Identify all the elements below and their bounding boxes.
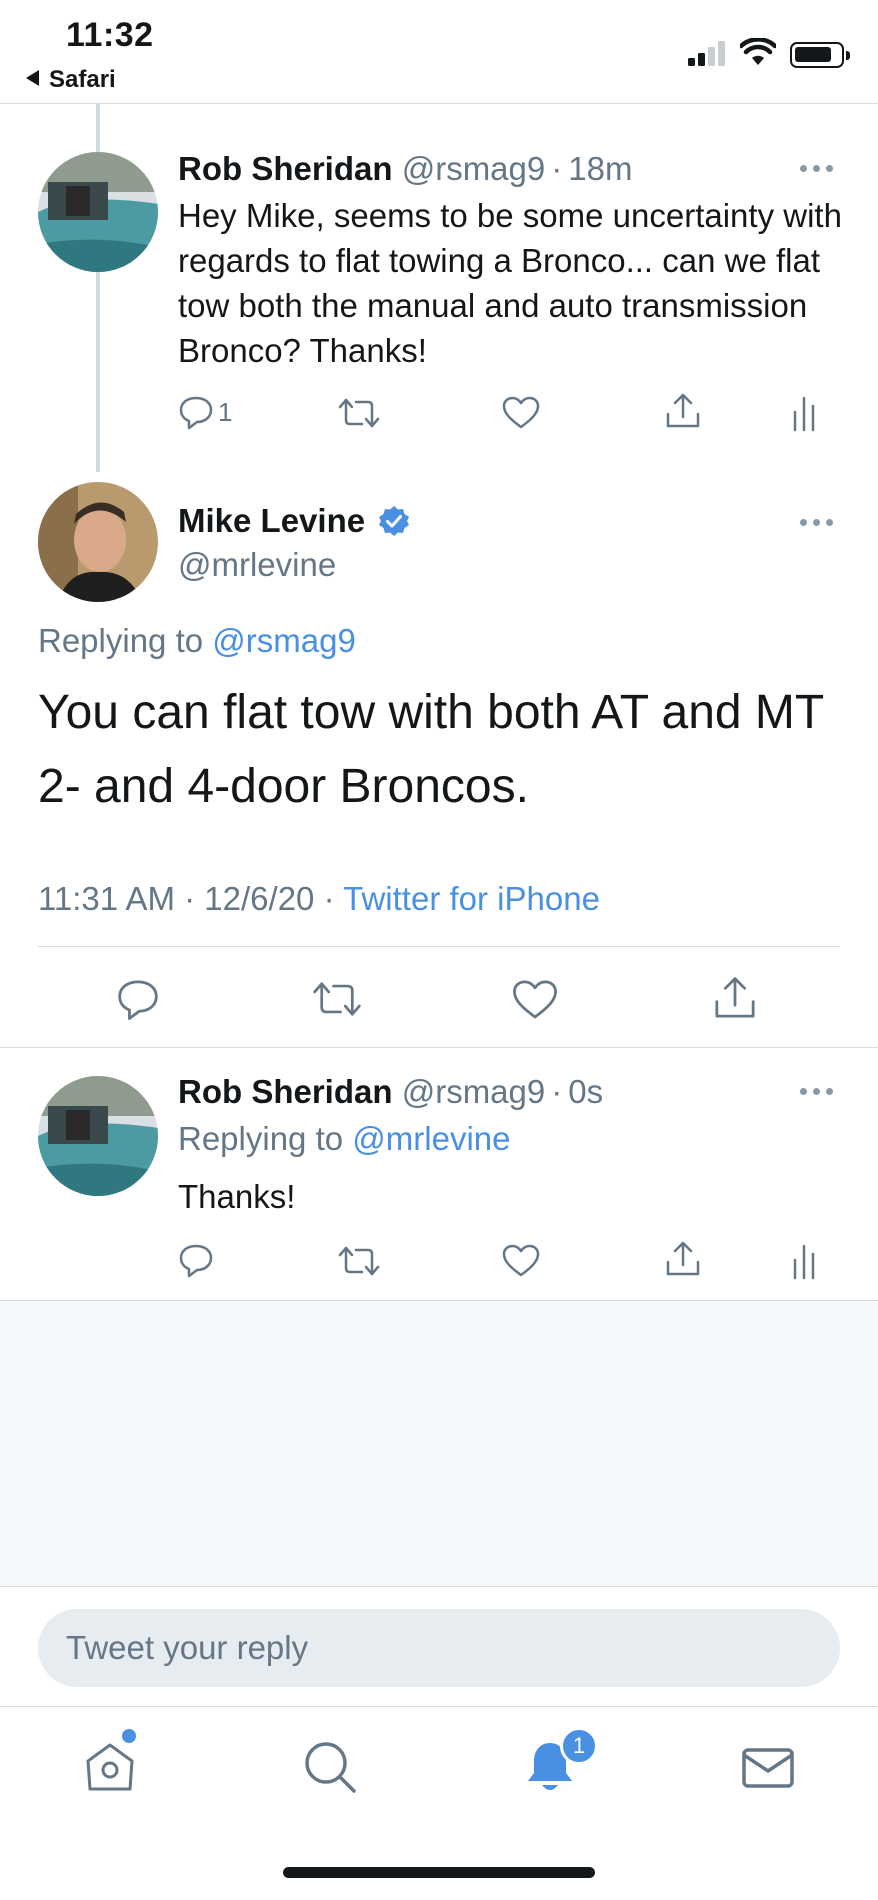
bottom-tab-bar: 1 [0,1706,878,1900]
author-name[interactable]: Rob Sheridan [178,150,393,187]
author-handle[interactable]: @mrlevine [178,546,336,583]
battery-icon [790,42,850,68]
author-name[interactable]: Rob Sheridan [178,1073,393,1110]
tweet-timestamp: 11:31 AM · 12/6/20 · [38,880,344,917]
tweet-time: 0s [568,1073,604,1110]
analytics-button[interactable] [792,1242,820,1280]
reply-icon [179,396,213,430]
tab-home[interactable] [80,1737,140,1797]
tweet-2-timestamp-row: 11:31 AM · 12/6/20 · Twitter for iPhone [38,876,838,921]
reply-button[interactable] [116,977,160,1021]
avatar-rob-sheridan[interactable] [38,152,158,272]
retweet-button[interactable] [338,1244,380,1278]
retweet-icon [338,1246,380,1276]
divider [0,1047,878,1048]
reply-count: 1 [218,396,233,427]
messages-icon [742,1748,794,1788]
replying-to-handle[interactable]: @rsmag9 [212,622,356,659]
tweet-1-header: Rob Sheridan @rsmag9 · 18m [178,150,632,188]
retweet-icon [338,398,380,428]
back-arrow-icon [26,70,39,86]
status-time: 11:32 [66,16,154,54]
tweet-source[interactable]: Twitter for iPhone [343,880,600,917]
author-name[interactable]: Mike Levine [178,502,365,539]
replying-to-line: Replying to @rsmag9 [38,618,838,663]
avatar-mike-levine[interactable] [38,482,158,602]
cellular-signal-icon [688,41,725,66]
divider [38,946,840,947]
heart-icon [513,980,557,1019]
tweet-1-text: Hey Mike, seems to be some uncertainty w… [178,197,842,369]
avatar-rob-sheridan[interactable] [38,1076,158,1196]
tab-search[interactable] [300,1737,360,1797]
tweet-3-header: Rob Sheridan @rsmag9 · 0s [178,1073,603,1111]
heart-icon [502,396,540,429]
meta-separator: · [551,1073,563,1110]
reply-composer [0,1586,878,1706]
verified-badge-icon [379,506,410,536]
reply-icon [179,1244,213,1278]
home-icon [86,1743,134,1791]
tab-messages[interactable] [738,1737,798,1797]
back-to-safari[interactable]: Safari [26,66,116,94]
like-button[interactable] [502,396,540,430]
tweet-2-handle-row: @mrlevine [178,546,336,584]
replying-to-label: Replying to [178,1120,344,1157]
reply-button[interactable]: 1 [178,394,232,430]
retweet-icon [313,982,361,1016]
share-button[interactable] [664,1240,702,1278]
more-options-icon[interactable] [800,163,836,173]
tweet-3-text: Thanks! [178,1178,296,1215]
home-indicator[interactable] [283,1867,595,1878]
reply-button[interactable] [178,1242,214,1278]
status-bar: 11:32 Safari [0,0,878,104]
share-icon [666,1241,700,1276]
author-handle[interactable]: @rsmag9 [402,1073,546,1110]
reply-icon [118,980,158,1020]
like-button[interactable] [502,1244,540,1278]
tweet-reply-input[interactable] [38,1609,840,1687]
tweet-2-text: You can flat tow with both AT and MT 2- … [38,686,824,813]
heart-icon [502,1244,540,1277]
share-icon [715,977,755,1018]
replying-to-label: Replying to [38,622,204,659]
like-button[interactable] [512,979,558,1021]
more-options-icon[interactable] [800,517,836,527]
author-handle[interactable]: @rsmag9 [402,150,546,187]
analytics-button[interactable] [792,394,820,432]
share-button[interactable] [664,392,702,430]
wifi-icon [740,38,776,65]
retweet-button[interactable] [338,396,380,430]
share-icon [666,393,700,428]
replying-to-line: Replying to @mrlevine [178,1116,848,1161]
search-icon [305,1742,356,1793]
retweet-button[interactable] [312,979,362,1019]
analytics-icon [793,1244,815,1280]
notification-badge: 1 [560,1727,598,1765]
replying-to-handle[interactable]: @mrlevine [352,1120,510,1157]
analytics-icon [793,396,815,432]
tweet-time: 18m [568,150,633,187]
tweet-2-header: Mike Levine [178,502,410,540]
back-app-label: Safari [49,66,116,93]
more-options-icon[interactable] [800,1086,836,1096]
meta-separator: · [551,150,563,187]
empty-conversation-area [0,1300,878,1586]
home-new-content-dot [122,1729,136,1743]
share-button[interactable] [712,975,758,1021]
